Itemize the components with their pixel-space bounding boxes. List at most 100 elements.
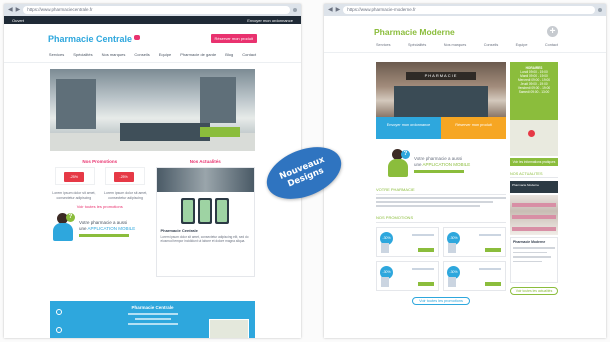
- shelf-row-shape: [512, 203, 556, 207]
- text-line: [513, 247, 555, 249]
- left-news-column: Nos Actualités Pharmacie Centrale Lorem …: [155, 159, 255, 277]
- storefront-sign: PHARMACIE: [406, 72, 476, 80]
- shelf-shape: [200, 77, 236, 123]
- menu-icon[interactable]: [598, 8, 602, 12]
- all-promotions-link[interactable]: Voir toutes les promotions: [50, 204, 150, 209]
- right-map[interactable]: [510, 120, 558, 156]
- promo-description: Lorem ipsum dolor sit amet, consectetur …: [52, 191, 96, 200]
- forward-icon[interactable]: ▶: [336, 7, 341, 13]
- promo-card[interactable]: -30%: [376, 261, 439, 291]
- promo-text-line: [479, 268, 501, 270]
- map-pin-icon: [528, 130, 535, 137]
- left-topbar-link[interactable]: Envoyer mon ordonnance: [247, 18, 293, 23]
- practical-info-button[interactable]: Voir les informations pratiques: [510, 158, 558, 166]
- text-line: [376, 205, 480, 207]
- left-header-cta-button[interactable]: Réserver mon produit: [210, 33, 257, 43]
- left-nav-item[interactable]: Spécialités: [73, 52, 92, 57]
- discount-badge: -25%: [113, 172, 134, 182]
- app-highlight: APPLICATION MOBILE: [87, 225, 136, 231]
- promo-text-line: [412, 268, 434, 270]
- news-card[interactable]: Pharmacie Centrale Lorem ipsum dolor sit…: [155, 167, 255, 277]
- promo-row: -25% -25%: [50, 167, 150, 185]
- person-body-shape: [53, 223, 73, 241]
- product-image: [448, 243, 456, 253]
- left-nav-item[interactable]: Contact: [242, 52, 256, 57]
- right-address-bar[interactable]: https://www.pharmacie-moderne.fr: [343, 6, 595, 14]
- right-brand-name[interactable]: Pharmacie Moderne: [374, 27, 455, 37]
- promo-text-line: [479, 234, 501, 236]
- promo-card[interactable]: -30%: [443, 261, 506, 291]
- left-logo[interactable]: Pharmacie Centrale: [48, 29, 141, 47]
- news-card-title: Pharmacie Moderne: [513, 240, 546, 244]
- right-browser-window: ◀ ▶ https://www.pharmacie-moderne.fr Pha…: [324, 4, 606, 338]
- promo-card[interactable]: -25%: [104, 167, 145, 185]
- left-nav-item[interactable]: Nos marques: [102, 52, 126, 57]
- news-header-bar: Pharmacie Moderne: [510, 181, 558, 193]
- left-browser-chrome: ◀ ▶ https://www.pharmaciecentrale.fr: [4, 4, 301, 16]
- left-nav-item[interactable]: Pharmacie de garde: [180, 52, 216, 57]
- promo-text-line: [412, 234, 434, 236]
- right-nav-item[interactable]: Nos marques: [444, 43, 467, 47]
- left-app-text-block: Votre pharmacie a aussi une APPLICATION …: [79, 220, 135, 237]
- text-line: [376, 197, 506, 199]
- news-header-photo: [156, 168, 254, 192]
- menu-icon[interactable]: [293, 8, 297, 12]
- left-address-bar[interactable]: https://www.pharmaciecentrale.fr: [23, 6, 290, 14]
- back-icon[interactable]: ◀: [328, 7, 333, 13]
- promo-button[interactable]: [418, 282, 434, 286]
- left-news-title: Nos Actualités: [189, 159, 221, 164]
- right-nav-item[interactable]: Services: [376, 43, 391, 47]
- all-news-button[interactable]: Voir toutes les actualités: [510, 287, 558, 295]
- right-nav-item[interactable]: Spécialités: [408, 43, 426, 47]
- phones-illustration: [157, 198, 255, 224]
- promo-button[interactable]: [418, 248, 434, 252]
- left-nav-item[interactable]: Equipe: [159, 52, 171, 57]
- product-image: [381, 277, 389, 287]
- left-nav-item[interactable]: Conseils: [134, 52, 149, 57]
- footer-text-line: [127, 323, 178, 325]
- promo-card[interactable]: -30%: [376, 227, 439, 257]
- right-nav-item[interactable]: Conseils: [484, 43, 499, 47]
- woman-with-phone-illustration: ?: [386, 149, 410, 179]
- promotions-grid: -30% -30% -30% -30%: [376, 227, 506, 291]
- promo-button[interactable]: [485, 248, 501, 252]
- send-prescription-tile[interactable]: Envoyer mon ordonnance: [376, 117, 441, 139]
- news-photo: [510, 195, 558, 235]
- right-app-promo[interactable]: ? Votre pharmacie a aussi une APPLICATIO…: [376, 149, 506, 179]
- product-image: [448, 277, 456, 287]
- home-icon: [56, 309, 62, 315]
- text-line: [513, 260, 543, 262]
- left-nav-item[interactable]: Blog: [225, 52, 233, 57]
- right-nav: Services Spécialités Nos marques Conseil…: [324, 39, 606, 53]
- promo-card[interactable]: -30%: [443, 227, 506, 257]
- promo-button[interactable]: [485, 282, 501, 286]
- left-brand-name: Pharmacie Centrale: [48, 34, 133, 44]
- app-download-button[interactable]: [414, 169, 464, 173]
- left-footer-map[interactable]: [209, 319, 249, 338]
- app-highlight: APPLICATION MOBILE: [422, 161, 471, 167]
- left-topbar: Ouvert Envoyer mon ordonnance: [4, 16, 301, 24]
- reserve-product-tile[interactable]: Réserver mon produit: [441, 117, 506, 139]
- plus-icon: +: [547, 26, 558, 37]
- news-section-title: NOS ACTUALITES: [510, 172, 558, 178]
- left-nav-item[interactable]: Services: [49, 52, 64, 57]
- right-nav-item[interactable]: Contact: [545, 43, 558, 47]
- left-promotions-column: Nos Promotions -25% -25% Lorem ipsum dol…: [50, 159, 150, 277]
- forward-icon[interactable]: ▶: [16, 7, 21, 13]
- phone-shape: [181, 198, 196, 224]
- left-promotions-title: Nos Promotions: [82, 159, 118, 164]
- left-topbar-status: Ouvert: [12, 17, 25, 23]
- all-promotions-button[interactable]: Voir toutes les promotions: [412, 297, 470, 305]
- text-line: [513, 256, 551, 258]
- left-app-promo[interactable]: ? Votre pharmacie a aussi une APPLICATIO…: [50, 213, 150, 243]
- promo-text-row: Lorem ipsum dolor sit amet, consectetur …: [50, 187, 150, 204]
- pharmacy-section-title: VOTRE PHARMACIE: [376, 187, 506, 195]
- shelf-shape: [56, 79, 96, 129]
- right-nav-item[interactable]: Equipe: [516, 43, 528, 47]
- news-card[interactable]: Pharmacie Moderne: [510, 237, 558, 283]
- app-download-button[interactable]: [79, 233, 129, 237]
- promo-card[interactable]: -25%: [54, 167, 95, 185]
- right-app-text-block: Votre pharmacie a aussi une APPLICATION …: [414, 156, 470, 173]
- left-logo-icon: [134, 35, 141, 41]
- back-icon[interactable]: ◀: [8, 7, 13, 13]
